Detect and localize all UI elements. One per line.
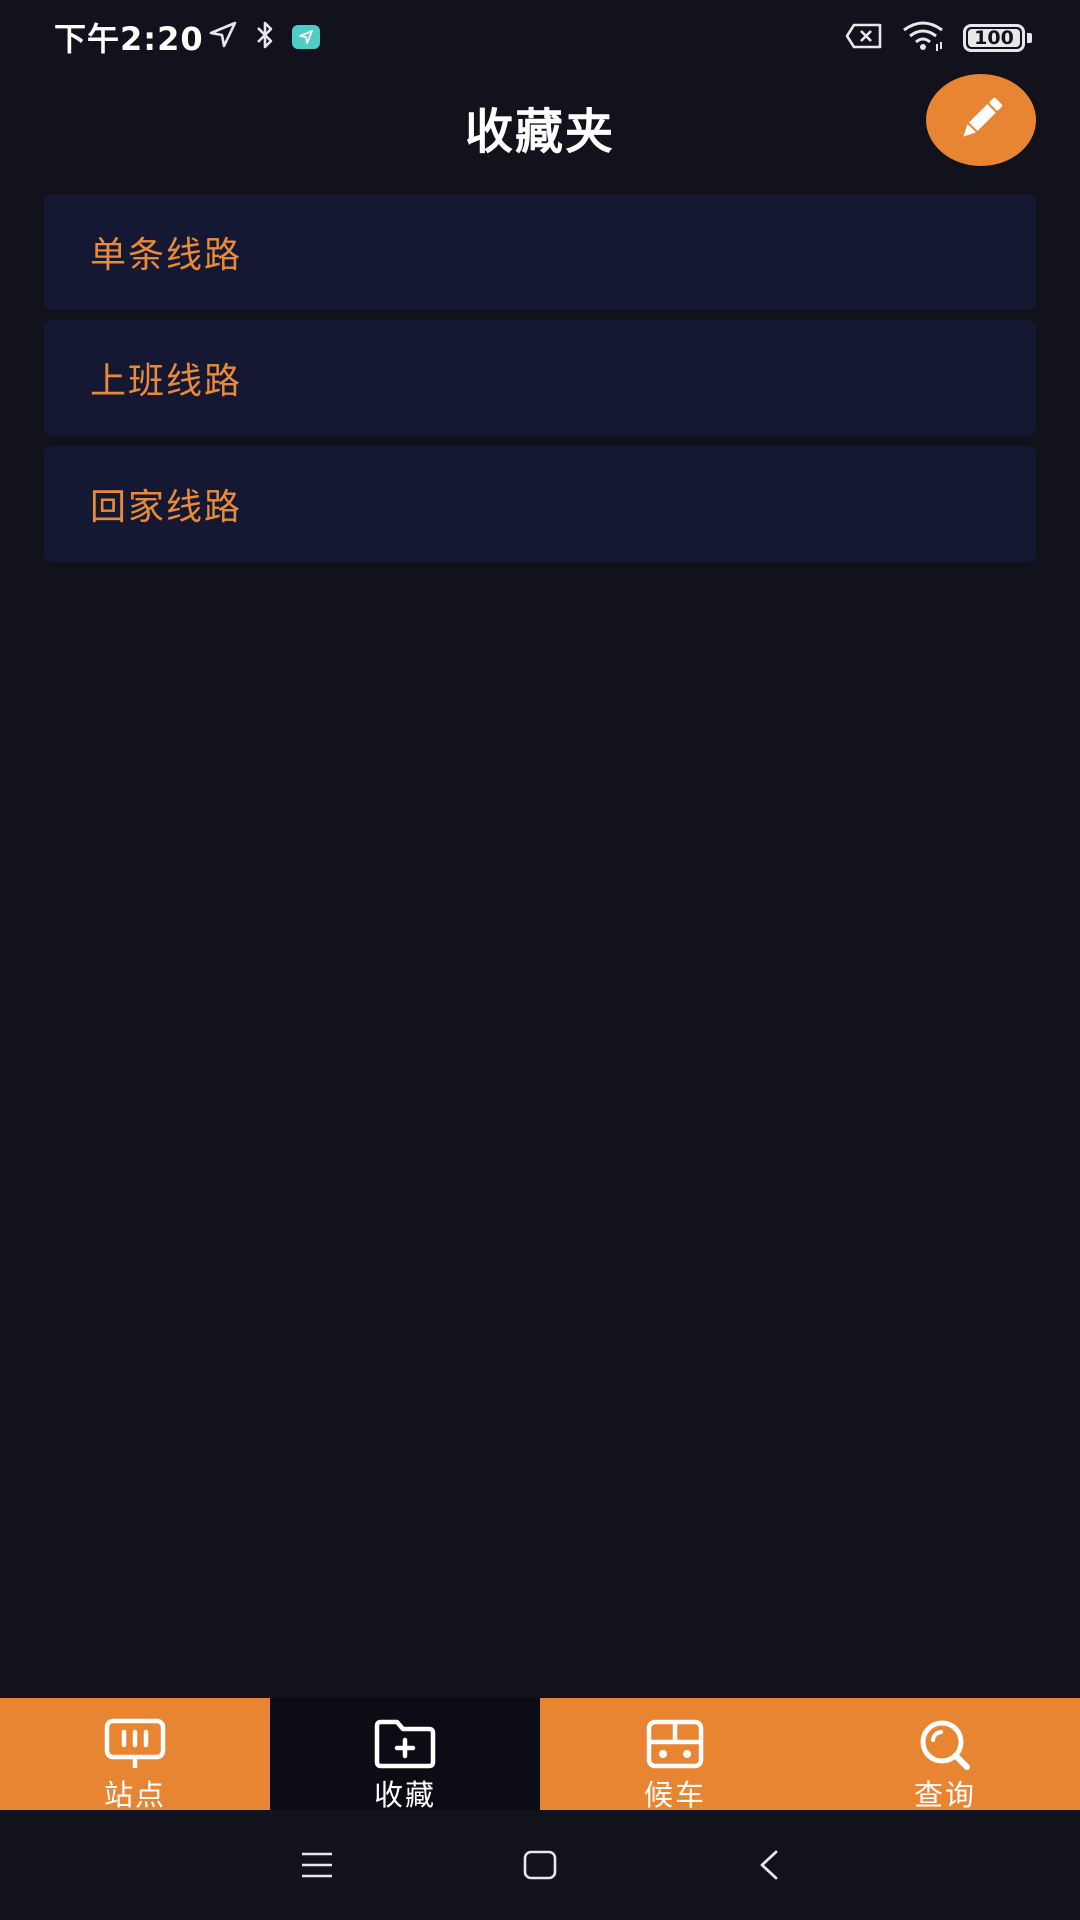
tab-label: 查询 [913,1778,976,1812]
status-bar: 下午2:20 100 [0,0,1080,76]
bluetooth-icon [254,20,276,54]
page-title: 收藏夹 [464,104,615,160]
status-time: 下午2:20 [54,20,204,58]
battery-tip [1027,33,1032,43]
status-left-icons [208,20,320,54]
tab-label: 站点 [103,1778,166,1812]
tab-waiting[interactable]: 候车 [540,1698,810,1812]
home-square-icon [523,1850,557,1884]
tab-label: 候车 [643,1778,706,1812]
bottom-tab-bar: 站点 收藏 候车 查询 [0,1698,1080,1812]
folder-label: 单条线路 [90,235,243,276]
folder-add-icon [373,1718,437,1770]
folder-label: 上班线路 [90,361,243,402]
bus-front-icon [643,1718,707,1770]
wifi-icon [901,20,945,56]
folder-label: 回家线路 [90,487,243,528]
battery-indicator: 100 [963,24,1032,52]
bus-stop-sign-icon [103,1718,167,1770]
search-icon [913,1718,977,1770]
folder-item-home-route[interactable]: 回家线路 [44,446,1036,562]
system-nav-bar [0,1810,1080,1920]
tab-search[interactable]: 查询 [810,1698,1080,1812]
nav-back-button[interactable] [744,1842,794,1892]
favorites-folder-list: 单条线路 上班线路 回家线路 [44,194,1036,572]
app-notification-icon [292,25,320,49]
edit-button[interactable] [926,74,1036,166]
battery-level: 100 [974,27,1014,49]
pencil-icon [954,92,1008,149]
nav-menu-button[interactable] [292,1842,342,1892]
folder-item-work-route[interactable]: 上班线路 [44,320,1036,436]
nav-home-button[interactable] [515,1842,565,1892]
no-sim-icon [845,23,883,53]
location-arrow-icon [208,21,238,53]
status-right-icons: 100 [845,20,1032,56]
tab-label: 收藏 [373,1778,436,1812]
back-chevron-icon [757,1849,781,1885]
app-screen: 下午2:20 100 收藏夹 单条线路 上班线路 回家线路 站点 收藏 候车 查… [0,0,1080,1920]
menu-icon [300,1851,334,1883]
battery-icon: 100 [963,24,1025,52]
tab-stations[interactable]: 站点 [0,1698,270,1812]
tab-favorites[interactable]: 收藏 [270,1698,540,1812]
folder-item-single-route[interactable]: 单条线路 [44,194,1036,310]
